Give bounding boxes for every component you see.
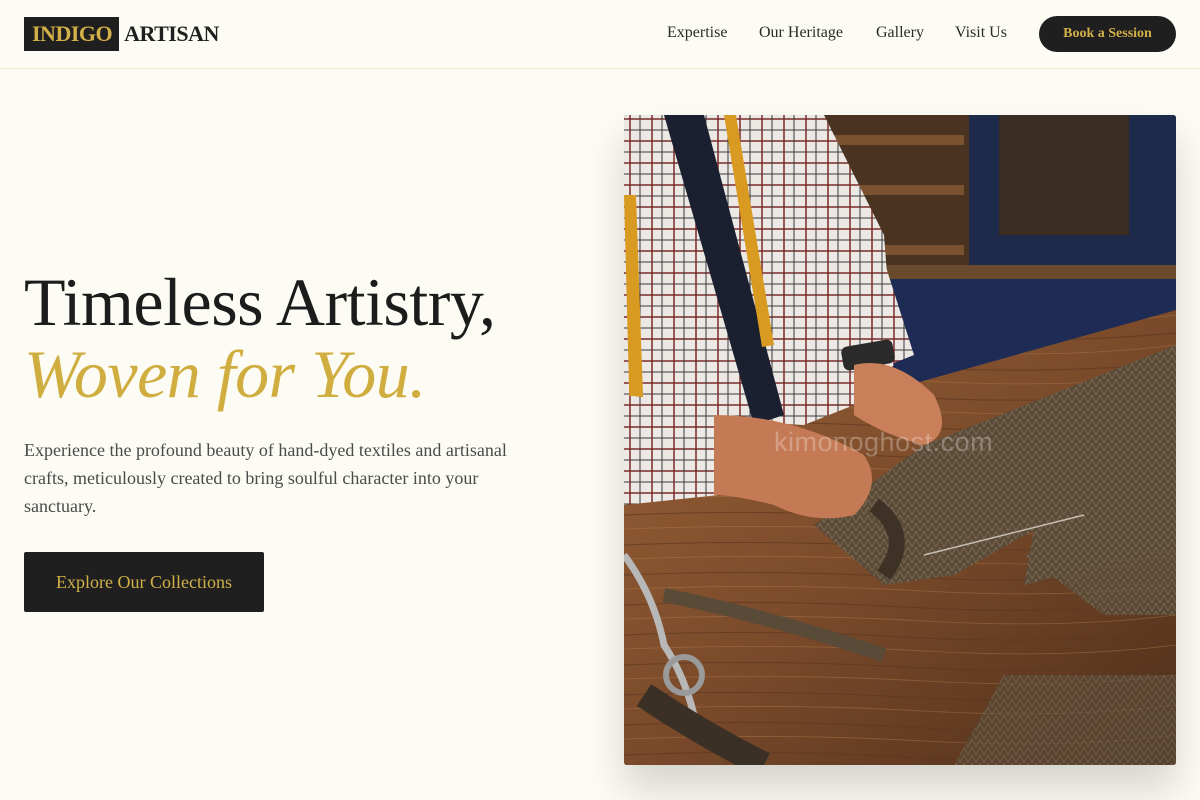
hero-description: Experience the profound beauty of hand-d… (24, 440, 507, 516)
nav-link-gallery[interactable]: Gallery (876, 23, 924, 43)
site-header: INDIGO ARTISAN Expertise Our Heritage Ga… (0, 0, 1200, 69)
book-session-button[interactable]: Book a Session (1039, 16, 1176, 52)
nav-link-visit-us[interactable]: Visit Us (955, 23, 1007, 43)
hero-title: Timeless Artistry, Woven for You. (24, 266, 584, 410)
image-watermark: kimonoghost.com (774, 427, 994, 457)
logo-mark: INDIGO (24, 17, 120, 51)
explore-collections-button[interactable]: Explore Our Collections (24, 552, 264, 612)
nav-link-our-heritage[interactable]: Our Heritage (759, 23, 843, 43)
hero-title-accent: Woven for You. (24, 336, 426, 412)
hero-title-line1: Timeless Artistry, (24, 264, 496, 340)
nav-link-expertise[interactable]: Expertise (667, 23, 727, 43)
logo-wordmark: ARTISAN (124, 21, 219, 46)
hero-image: kimonoghost.com (624, 115, 1176, 765)
brand-logo[interactable]: INDIGO ARTISAN (24, 17, 219, 51)
